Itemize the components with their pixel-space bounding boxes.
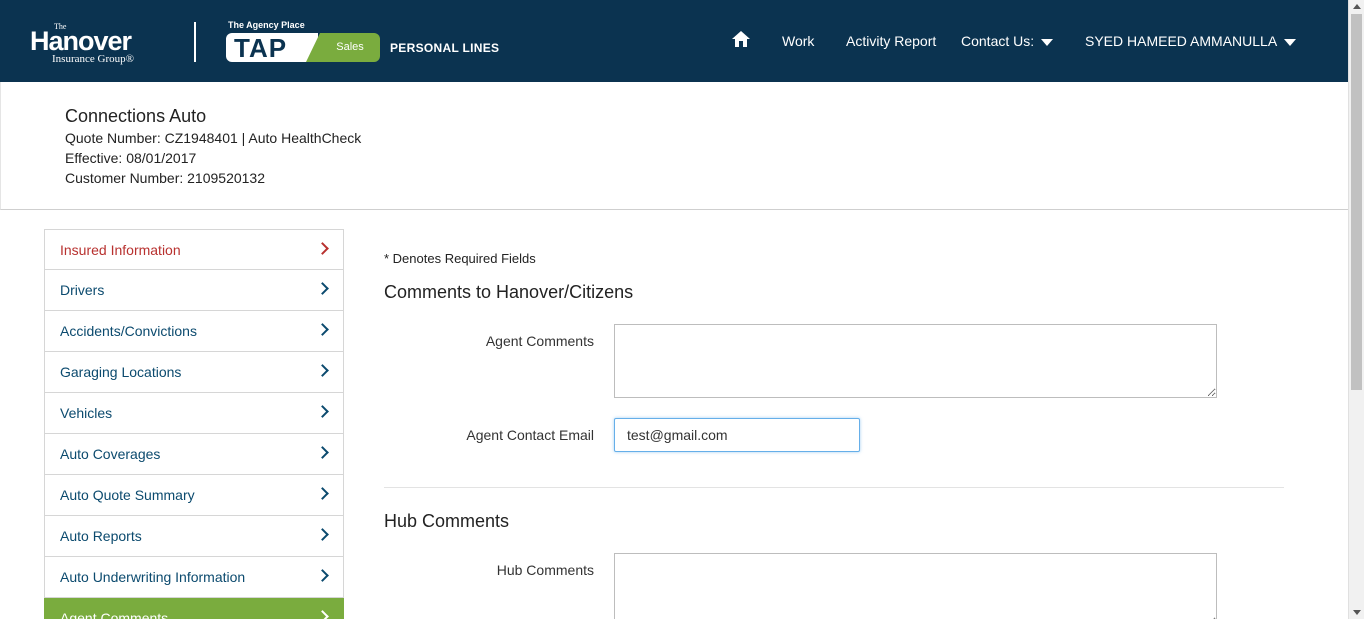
sidebar-item-label: Drivers [60,282,105,298]
chevron-right-icon [316,569,329,582]
sidebar-item-label: Auto Coverages [60,446,161,462]
chevron-right-icon [316,528,329,541]
sidebar-item-auto-reports[interactable]: Auto Reports [44,516,344,557]
sidebar-item-garaging-locations[interactable]: Garaging Locations [44,352,344,393]
hub-comments-textarea[interactable] [614,553,1217,619]
sidebar-item-label: Insured Information [60,242,181,258]
chevron-right-icon [316,487,329,500]
top-navbar: The Hanover Insurance Group® The Agency … [0,0,1348,82]
quote-number: Quote Number: CZ1948401 | Auto HealthChe… [65,130,362,146]
sidebar-item-auto-coverages[interactable]: Auto Coverages [44,434,344,475]
agent-email-label: Agent Contact Email [466,427,594,443]
chevron-right-icon [316,446,329,459]
effective-date: Effective: 08/01/2017 [65,150,197,166]
chevron-right-icon [316,610,329,619]
sidebar-item-agent-comments[interactable]: Agent Comments [44,598,344,619]
personal-lines-label: PERSONAL LINES [390,41,500,55]
section-divider [384,487,1284,488]
home-icon[interactable] [732,31,750,47]
sidebar-item-label: Accidents/Convictions [60,323,197,339]
nav-user-menu[interactable]: SYED HAMEED AMMANULLA [1085,33,1297,49]
section-title-hub-comments: Hub Comments [384,511,510,531]
scrollbar-thumb[interactable] [1351,14,1362,390]
scroll-up-icon[interactable] [1353,4,1361,9]
sidebar-item-label: Auto Underwriting Information [60,569,246,585]
chevron-right-icon [316,282,329,295]
hanover-logo[interactable]: The Hanover Insurance Group® [30,20,170,66]
sidebar-item-insured-information[interactable]: Insured Information [44,229,344,270]
sidebar-item-label: Vehicles [60,405,113,421]
sidebar-item-vehicles[interactable]: Vehicles [44,393,344,434]
sidebar-item-auto-quote-summary[interactable]: Auto Quote Summary [44,475,344,516]
sidebar-item-accidents-convictions[interactable]: Accidents/Convictions [44,311,344,352]
chevron-right-icon [316,323,329,336]
customer-number: Customer Number: 2109520132 [65,170,266,186]
tap-logo[interactable]: TAP [226,33,318,63]
chevron-down-icon [1284,38,1297,46]
tap-tagline: The Agency Place [228,20,305,30]
sidebar-item-label: Garaging Locations [60,364,182,380]
logo-divider [194,22,196,62]
agent-comments-textarea[interactable] [614,324,1217,398]
chevron-right-icon [316,364,329,377]
sidebar-item-label: Auto Quote Summary [60,487,195,503]
nav-contact-us[interactable]: Contact Us: [961,33,1054,49]
chevron-right-icon [316,405,329,418]
quote-header: Connections Auto Quote Number: CZ1948401… [0,82,1348,210]
page-title: Connections Auto [65,106,207,126]
sidebar-item-label: Agent Comments [60,610,169,619]
page-scrollbar[interactable] [1348,0,1364,619]
agent-comments-label: Agent Comments [485,333,594,349]
scroll-down-icon[interactable] [1353,610,1361,615]
chevron-right-icon [316,242,329,255]
agent-email-input[interactable] [614,418,860,452]
sidebar-item-drivers[interactable]: Drivers [44,270,344,311]
nav-contact-us-label: Contact Us: [961,33,1035,49]
section-title-comments: Comments to Hanover/Citizens [384,282,634,302]
nav-activity-report[interactable]: Activity Report [846,33,936,49]
chevron-down-icon [1041,38,1054,46]
required-fields-note: * Denotes Required Fields [384,251,536,266]
sidebar-nav: Insured Information Drivers Accidents/Co… [44,229,344,619]
sidebar-item-auto-underwriting-information[interactable]: Auto Underwriting Information [44,557,344,598]
nav-user-name: SYED HAMEED AMMANULLA [1085,33,1278,49]
nav-work[interactable]: Work [782,33,814,49]
hub-comments-label: Hub Comments [496,562,594,578]
logo-sub: Insurance Group® [52,53,134,65]
sidebar-item-label: Auto Reports [60,528,142,544]
